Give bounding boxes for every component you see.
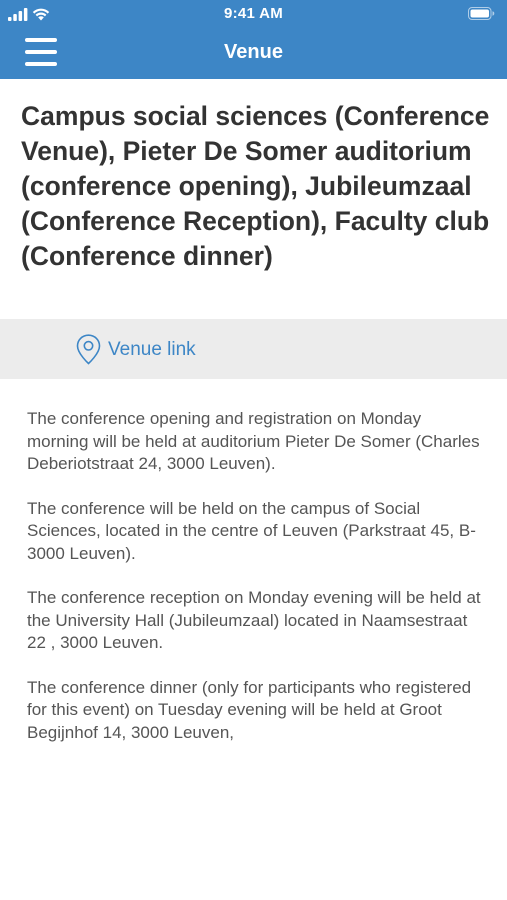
nav-title: Venue: [224, 41, 283, 63]
description-paragraph: The conference opening and registration …: [27, 409, 480, 473]
venue-link-label: Venue link: [108, 338, 196, 360]
description-paragraph: The conference dinner (only for particip…: [27, 677, 472, 742]
battery-icon: [468, 7, 495, 20]
description-paragraph: The conference reception on Monday eveni…: [27, 588, 481, 652]
status-bar: 9:41 AM: [0, 0, 507, 28]
status-time: 9:41 AM: [223, 5, 284, 22]
description-paragraph: The conference will be held on the campu…: [27, 498, 476, 563]
venue-title: Campus social sciences (Conference Venue…: [21, 101, 490, 271]
map-pin-icon: [76, 334, 101, 365]
venue-description: The conference opening and registration …: [27, 408, 487, 766]
top-bar: 9:41 AM Venue: [0, 0, 507, 79]
venue-link-bar: Venue link: [0, 319, 507, 379]
venue-link[interactable]: Venue link: [76, 334, 196, 365]
